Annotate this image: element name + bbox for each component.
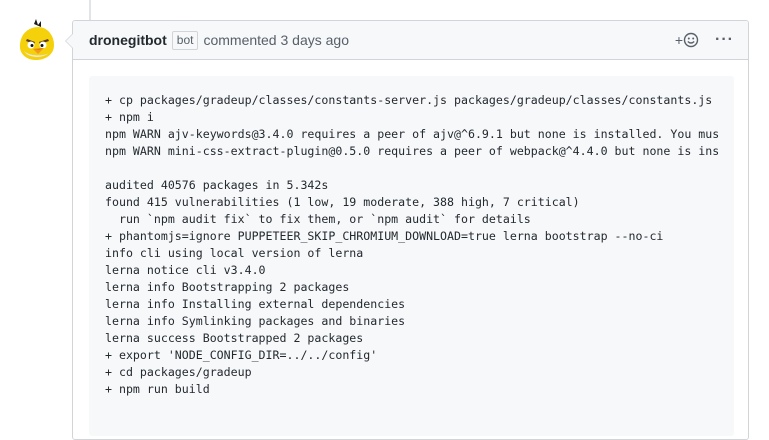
code-block: + cp packages/gradeup/classes/constants-… — [89, 76, 734, 436]
code-line: run `npm audit fix` to fix them, or `npm… — [105, 212, 531, 226]
bot-badge: bot — [171, 30, 199, 50]
code-output: + cp packages/gradeup/classes/constants-… — [89, 76, 734, 414]
code-line: + npm i — [105, 110, 154, 124]
smiley-icon — [683, 32, 699, 48]
author-link[interactable]: dronegitbot — [89, 32, 167, 48]
code-line: info cli using local version of lerna — [105, 246, 364, 260]
angry-bird-avatar-icon — [19, 19, 54, 60]
comment-action: commented — [203, 32, 277, 48]
code-line: audited 40576 packages in 5.342s — [105, 178, 329, 192]
code-line: lerna info Installing external dependenc… — [105, 297, 406, 311]
code-line: lerna info Symlinking packages and binar… — [105, 314, 406, 328]
code-line: npm WARN mini-css-extract-plugin@0.5.0 r… — [105, 144, 720, 158]
add-reaction-button[interactable]: + — [675, 32, 699, 48]
code-line: lerna notice cli v3.4.0 — [105, 263, 266, 277]
code-line: found 415 vulnerabilities (1 low, 19 mod… — [105, 195, 580, 209]
comment-box: dronegitbot bot commented 3 days ago + ·… — [65, 20, 749, 440]
code-line: lerna info Bootstrapping 2 packages — [105, 280, 350, 294]
timeline-line — [89, 0, 91, 22]
code-line: npm WARN ajv-keywords@3.4.0 requires a p… — [105, 127, 720, 141]
code-line: + npm run build — [105, 382, 210, 396]
code-line: lerna success Bootstrapped 2 packages — [105, 331, 364, 345]
more-options-button[interactable]: ··· — [715, 31, 734, 49]
code-line: + cp packages/gradeup/classes/constants-… — [105, 93, 713, 107]
comment-header: dronegitbot bot commented 3 days ago + ·… — [73, 21, 748, 60]
header-actions: + ··· — [675, 31, 734, 49]
reaction-plus: + — [674, 32, 684, 48]
code-line: + cd packages/gradeup — [105, 365, 252, 379]
code-line: + export 'NODE_CONFIG_DIR=../../config' — [105, 348, 378, 362]
code-line: + phantomjs=ignore PUPPETEER_SKIP_CHROMI… — [105, 229, 664, 243]
comment-timestamp[interactable]: 3 days ago — [281, 32, 350, 48]
avatar[interactable] — [14, 18, 58, 62]
